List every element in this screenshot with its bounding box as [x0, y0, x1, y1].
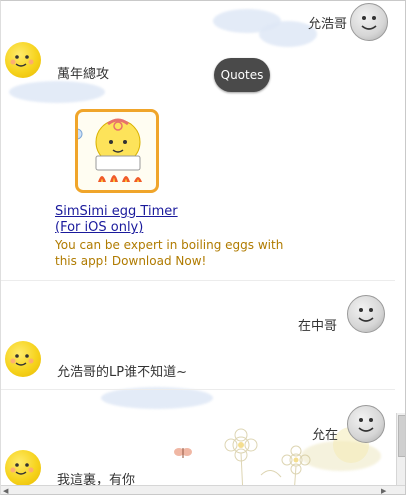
bot-avatar: [5, 42, 41, 78]
cloud-decoration: [101, 387, 213, 409]
bot-avatar: [5, 450, 41, 486]
gray-face-icon: [361, 16, 377, 30]
user-avatar: [347, 405, 385, 443]
bot-message: 萬年總攻: [57, 67, 110, 82]
simsimi-face-icon: [10, 354, 34, 366]
egg-timer-app-icon: [78, 118, 142, 182]
ad-description: You can be expert in boiling eggs with t…: [55, 238, 284, 268]
bot-message: 允浩哥的LP谁不知道~: [57, 365, 187, 380]
gray-face-icon: [358, 308, 374, 322]
vertical-scrollbar[interactable]: [396, 413, 405, 485]
ad-title-line2[interactable]: (For iOS only): [55, 220, 178, 236]
scrollbar-thumb[interactable]: [398, 415, 405, 457]
cloud-decoration: [9, 81, 105, 103]
ad-title-line1[interactable]: SimSimi egg Timer: [55, 204, 178, 220]
gray-face-icon: [358, 418, 374, 432]
simsimi-face-icon: [10, 55, 34, 67]
scroll-right-arrow-icon[interactable]: ▶: [381, 487, 386, 494]
ad-app-image[interactable]: [75, 109, 159, 193]
horizontal-scrollbar[interactable]: ◀ ▶: [1, 485, 405, 494]
user-message: 在中哥: [297, 319, 337, 334]
ad-link[interactable]: SimSimi egg Timer (For iOS only): [55, 204, 178, 236]
scroll-left-arrow-icon[interactable]: ◀: [3, 487, 8, 494]
butterfly-decoration: [174, 448, 192, 458]
user-avatar: [350, 3, 388, 41]
quotes-button[interactable]: Quotes: [214, 58, 270, 92]
divider: [1, 389, 395, 390]
simsimi-face-icon: [10, 463, 34, 475]
user-message: 允浩哥: [307, 17, 347, 32]
user-avatar: [347, 295, 385, 333]
chat-window: 允浩哥 萬年總攻 Quotes SimSimi egg Timer (For i…: [0, 0, 406, 495]
user-message: 允在: [311, 428, 338, 443]
bot-avatar: [5, 341, 41, 377]
divider: [1, 280, 395, 281]
